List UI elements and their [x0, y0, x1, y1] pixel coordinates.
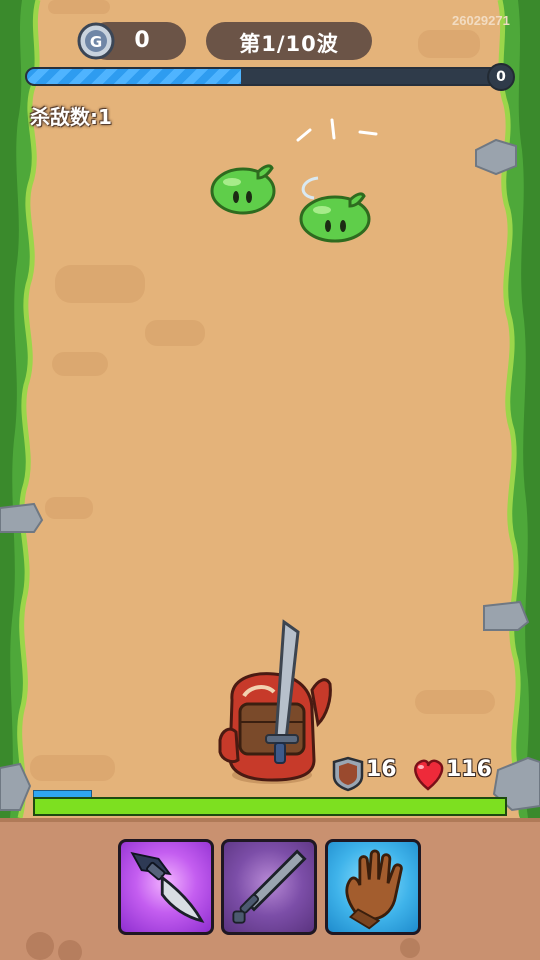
defense-value: 16 [366, 757, 397, 782]
build-id: 26029271 [452, 13, 510, 28]
shield-icon [332, 756, 364, 792]
dagger-icon [130, 851, 205, 923]
wave-progress-bar [25, 67, 505, 86]
wave-progress-fill [27, 69, 242, 84]
kill-count: 杀敌数:1 [30, 105, 112, 129]
skill-card-sword[interactable] [221, 839, 317, 935]
wave-indicator: 第1/10波 [206, 22, 372, 60]
wave-progress-end-badge: 0 [487, 63, 515, 91]
skill-card-glove[interactable] [325, 839, 421, 935]
coin-icon: G [77, 22, 115, 60]
sword-icon [232, 849, 307, 924]
skill-card-dagger[interactable] [118, 839, 214, 935]
glove-icon [345, 849, 403, 930]
hp-value: 116 [446, 757, 492, 782]
hp-bar [33, 797, 507, 816]
game-screen: 0 G 第1/10波 26029271 0 杀敌数:1 16 116 [0, 0, 540, 960]
wave-label: 第1/10波 [239, 32, 339, 56]
svg-text:G: G [90, 33, 102, 51]
